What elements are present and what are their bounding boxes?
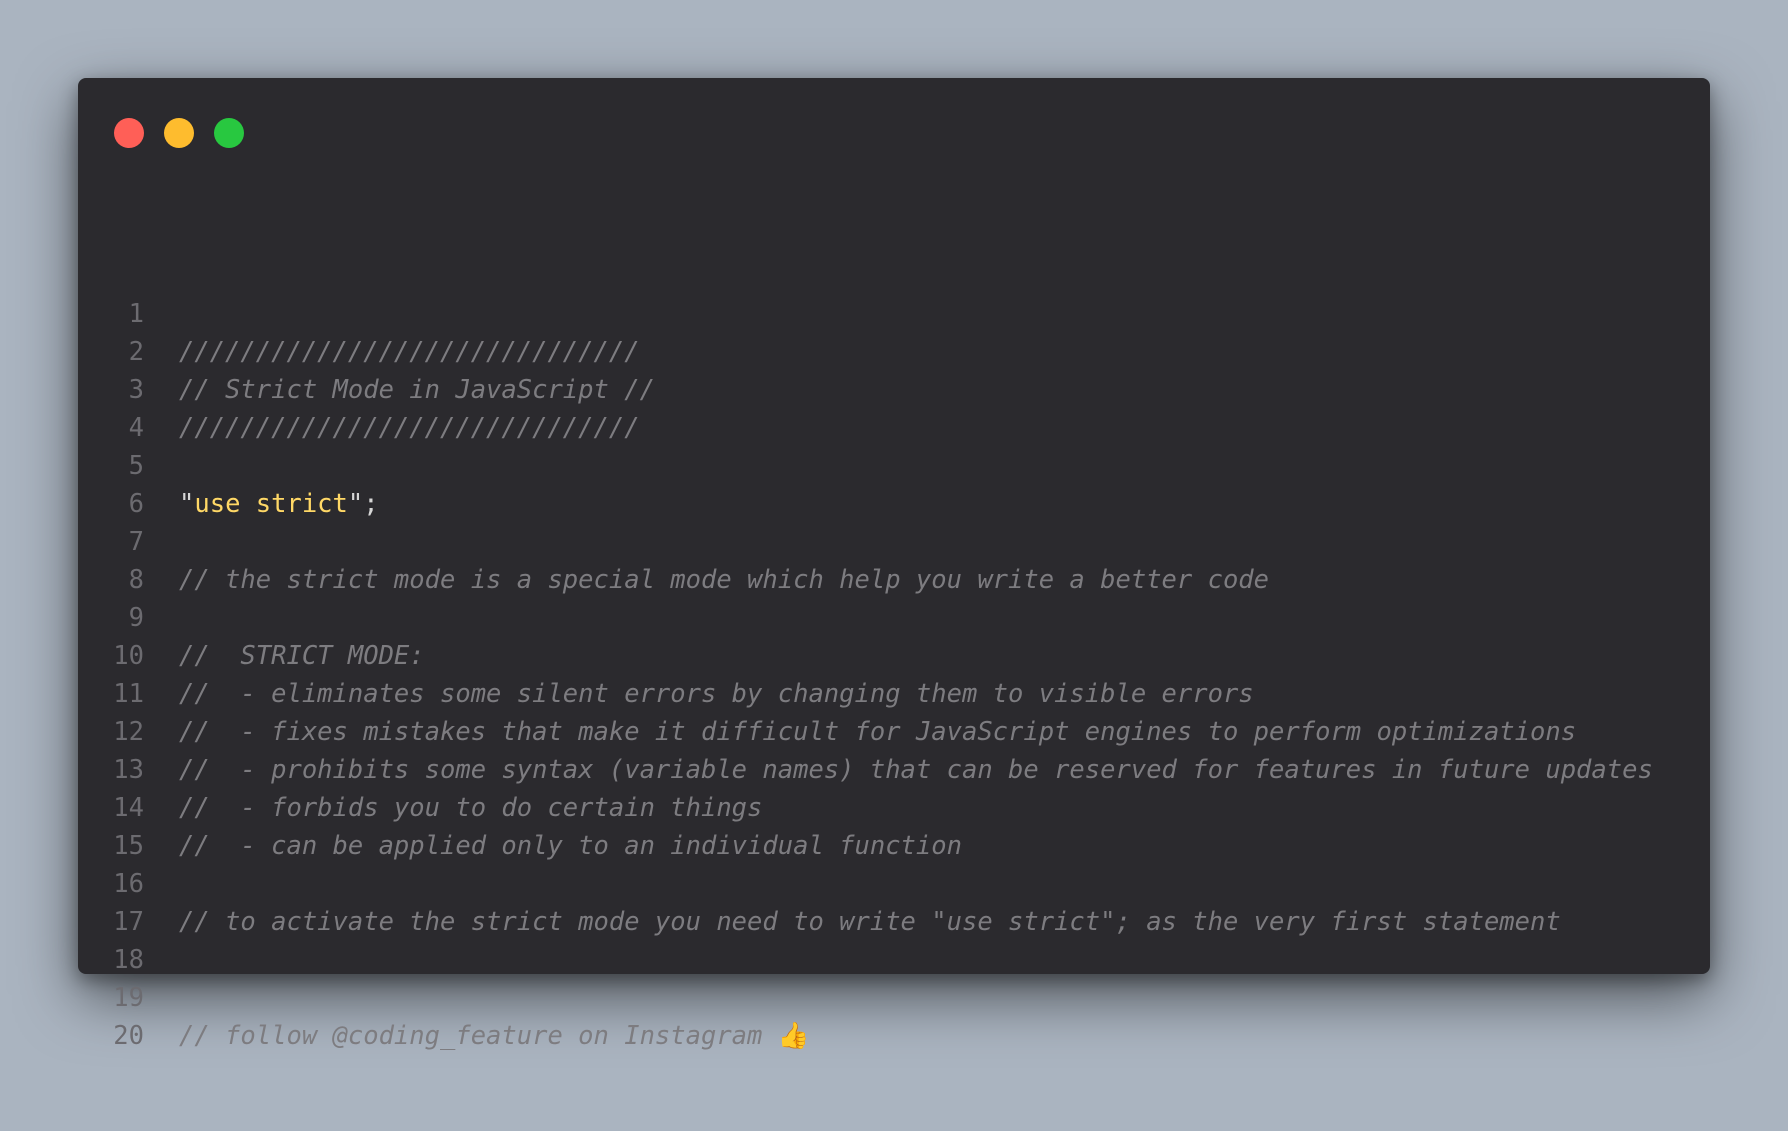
code-line: 7 // the strict mode is a special mode w… — [78, 485, 1710, 595]
code-line: 3 ////////////////////////////// — [78, 333, 1710, 443]
code-line: 11 // - fixes mistakes that make it diff… — [78, 637, 1710, 747]
code-line: 4 — [78, 371, 1710, 443]
code-line: 13 // - forbids you to do certain things — [78, 713, 1710, 823]
code-line: 1 ////////////////////////////// — [78, 257, 1710, 367]
minimize-button[interactable] — [164, 118, 194, 148]
code-line: 6 — [78, 447, 1710, 519]
code-line: 20 — [78, 979, 1710, 1051]
code-line: 14 // - can be applied only to an indivi… — [78, 751, 1710, 861]
code-line: 2 // Strict Mode in JavaScript // — [78, 295, 1710, 405]
comment-line: // follow @coding_feature on Instagram 👍 — [179, 1017, 810, 1055]
code-line: 8 — [78, 523, 1710, 595]
code-line: 15 — [78, 789, 1710, 861]
code-window: 1 ////////////////////////////// 2 // St… — [78, 78, 1710, 1051]
comment-text: // follow @coding_feature on Instagram — [179, 1021, 778, 1051]
maximize-button[interactable] — [214, 118, 244, 148]
code-line: 16 // to activate the strict mode you ne… — [78, 827, 1710, 937]
code-line: 10 // - eliminates some silent errors by… — [78, 599, 1710, 709]
window-controls — [114, 118, 244, 148]
code-line: 18 — [78, 903, 1710, 975]
code-editor: 1 ////////////////////////////// 2 // St… — [78, 257, 1710, 1051]
code-line: 9 // STRICT MODE: — [78, 561, 1710, 671]
code-line: 17 — [78, 865, 1710, 937]
code-line: 5 "use strict"; — [78, 409, 1710, 519]
close-button[interactable] — [114, 118, 144, 148]
code-line: 19 // follow @coding_feature on Instagra… — [78, 941, 1710, 1051]
code-line: 12 // - prohibits some syntax (variable … — [78, 675, 1710, 785]
thumbs-up-icon: 👍 — [777, 1021, 810, 1051]
line-number: 20 — [113, 1021, 144, 1051]
